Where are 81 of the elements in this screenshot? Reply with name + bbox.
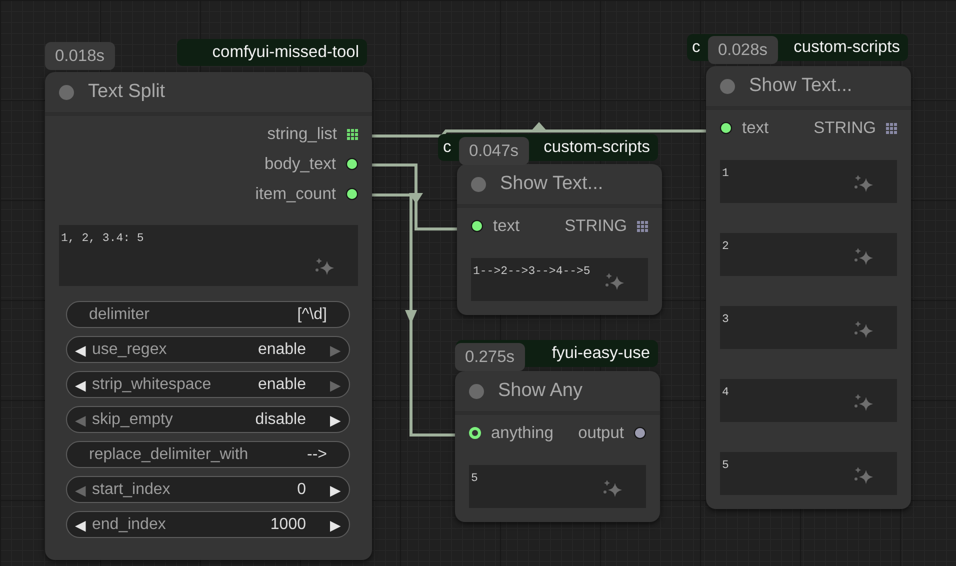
execution-time-badge: 0.047s xyxy=(459,137,529,165)
node-title: Text Split xyxy=(88,80,166,104)
sparkle-icon[interactable] xyxy=(853,173,875,193)
slot-label: STRING xyxy=(814,118,876,139)
slot-label: body_text xyxy=(264,154,336,175)
widget-label: start_index xyxy=(92,480,172,500)
text-area-value: 2 xyxy=(722,240,729,253)
text-area-value: 5 xyxy=(722,459,729,472)
widget-field[interactable]: ◀ strip_whitespace enable ▶ xyxy=(66,371,350,398)
slot-label: text xyxy=(493,216,520,237)
sparkle-icon[interactable] xyxy=(853,465,875,485)
sparkle-icon[interactable] xyxy=(604,271,626,291)
widget-value: enable xyxy=(258,340,306,360)
execution-time-badge: 0.028s xyxy=(708,36,778,64)
widget-value: disable xyxy=(255,410,306,430)
text-area-value: 1 xyxy=(722,167,729,180)
widget-value: enable xyxy=(258,374,306,394)
slot-label: output xyxy=(578,422,624,444)
slot-label: item_count xyxy=(255,184,336,205)
source-tag-text: c xyxy=(443,137,452,158)
widget-field[interactable]: ◀ skip_empty disable ▶ xyxy=(66,406,350,433)
sparkle-icon[interactable] xyxy=(853,392,875,412)
grid-icon[interactable] xyxy=(637,220,648,232)
slot-label: text xyxy=(742,118,769,139)
text-area[interactable]: 1 xyxy=(720,160,897,203)
source-tag-text: comfyui-missed-tool xyxy=(212,42,359,64)
widget-field[interactable]: ◀ start_index 0 ▶ xyxy=(66,476,350,503)
widget-label: replace_delimiter_with xyxy=(89,444,250,464)
slot-label: anything xyxy=(491,422,554,444)
widget-value: 0 xyxy=(297,480,306,500)
widget-label: delimiter xyxy=(89,304,150,324)
node-title: Show Text... xyxy=(749,74,852,98)
connection-slot[interactable] xyxy=(346,158,358,170)
collapse-dot[interactable] xyxy=(469,384,484,398)
execution-time-badge: 0.275s xyxy=(455,343,525,371)
source-tag-text: c xyxy=(692,37,700,58)
connection-slot[interactable] xyxy=(720,122,732,134)
node-title: Show Text... xyxy=(500,172,604,196)
slot-label: string_list xyxy=(267,124,337,145)
text-area-value: 5 xyxy=(471,472,478,485)
widget-label: skip_empty xyxy=(92,410,174,430)
input-slot[interactable] xyxy=(469,427,481,439)
text-area-value: 1-->2-->3-->4-->5 xyxy=(473,265,590,278)
grid-icon[interactable] xyxy=(347,128,358,140)
collapse-dot[interactable] xyxy=(720,78,735,94)
widget-field[interactable]: replace_delimiter_with --> xyxy=(66,441,350,468)
connection-slot[interactable] xyxy=(346,188,358,200)
text-area[interactable]: 1, 2, 3.4: 5 xyxy=(59,225,358,286)
sparkle-icon[interactable] xyxy=(853,319,875,339)
text-area[interactable]: 3 xyxy=(720,306,897,349)
sparkle-icon[interactable] xyxy=(602,478,624,498)
widget-value: 1000 xyxy=(270,514,306,534)
text-area-value: 1, 2, 3.4: 5 xyxy=(61,232,144,245)
node-title: Show Any xyxy=(498,378,582,403)
source-tag-text: fyui-easy-use xyxy=(552,343,650,364)
text-area[interactable]: 1-->2-->3-->4-->5 xyxy=(471,258,648,301)
connection-slot[interactable] xyxy=(634,427,646,439)
text-area-value: 4 xyxy=(722,386,729,399)
widget-field[interactable]: delimiter [^\d] xyxy=(66,301,350,328)
widget-label: end_index xyxy=(92,514,167,534)
text-area[interactable]: 2 xyxy=(720,233,897,276)
widget-value: --> xyxy=(307,444,327,464)
collapse-dot[interactable] xyxy=(59,84,74,100)
widget-label: use_regex xyxy=(92,340,168,360)
text-area[interactable]: 5 xyxy=(469,465,646,508)
grid-icon[interactable] xyxy=(886,122,897,134)
connection-slot[interactable] xyxy=(471,220,483,232)
widget-label: strip_whitespace xyxy=(92,374,212,394)
widget-field[interactable]: ◀ end_index 1000 ▶ xyxy=(66,511,350,538)
execution-time-badge: 0.018s xyxy=(45,42,115,70)
sparkle-icon[interactable] xyxy=(314,256,336,276)
source-tag-text: custom-scripts xyxy=(794,37,900,58)
slot-label: STRING xyxy=(564,216,627,237)
source-tag-text: custom-scripts xyxy=(544,137,650,158)
sparkle-icon[interactable] xyxy=(853,246,875,266)
widget-field[interactable]: ◀ use_regex enable ▶ xyxy=(66,336,350,363)
collapse-dot[interactable] xyxy=(471,176,486,192)
text-area[interactable]: 5 xyxy=(720,452,897,495)
widget-value: [^\d] xyxy=(297,304,327,324)
text-area[interactable]: 4 xyxy=(720,379,897,422)
text-area-value: 3 xyxy=(722,313,729,326)
